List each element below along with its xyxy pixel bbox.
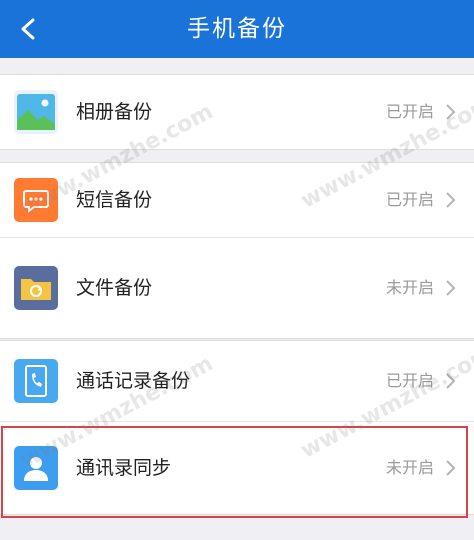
top-app-bar: 手机备份 [0,0,474,58]
row-album-backup[interactable]: 相册备份 已开启 [0,75,474,149]
status-text: 已开启 [385,371,434,390]
call-log-icon [14,359,58,403]
contact-icon [14,446,58,490]
settings-group-call-contacts: 通话记录备份 已开启 通讯录同步 未开启 [0,340,474,515]
folder-icon [14,266,58,310]
status-text: 未开启 [385,278,434,297]
row-label: 通话记录备份 [76,370,191,392]
row-contacts-sync[interactable]: 通讯录同步 未开启 [0,422,474,514]
row-label: 短信备份 [76,189,153,211]
row-file-backup[interactable]: 文件备份 未开启 [0,238,474,338]
sms-icon [14,178,58,222]
page-title: 手机备份 [187,16,287,42]
row-label: 通讯录同步 [76,457,172,479]
chevron-right-icon [446,192,456,208]
album-icon [14,90,58,134]
settings-group-album: 相册备份 已开启 [0,74,474,150]
status-text: 已开启 [385,102,434,121]
settings-group-sms-file: 短信备份 已开启 文件备份 未开启 [0,162,474,339]
chevron-right-icon [446,460,456,476]
status-text: 已开启 [385,190,434,209]
status-text: 未开启 [385,458,434,477]
row-label: 文件备份 [76,277,153,299]
chevron-right-icon [446,104,456,120]
chevron-right-icon [446,280,456,296]
row-call-log-backup[interactable]: 通话记录备份 已开启 [0,341,474,422]
row-sms-backup[interactable]: 短信备份 已开启 [0,163,474,238]
chevron-right-icon [446,373,456,389]
row-label: 相册备份 [76,101,153,123]
